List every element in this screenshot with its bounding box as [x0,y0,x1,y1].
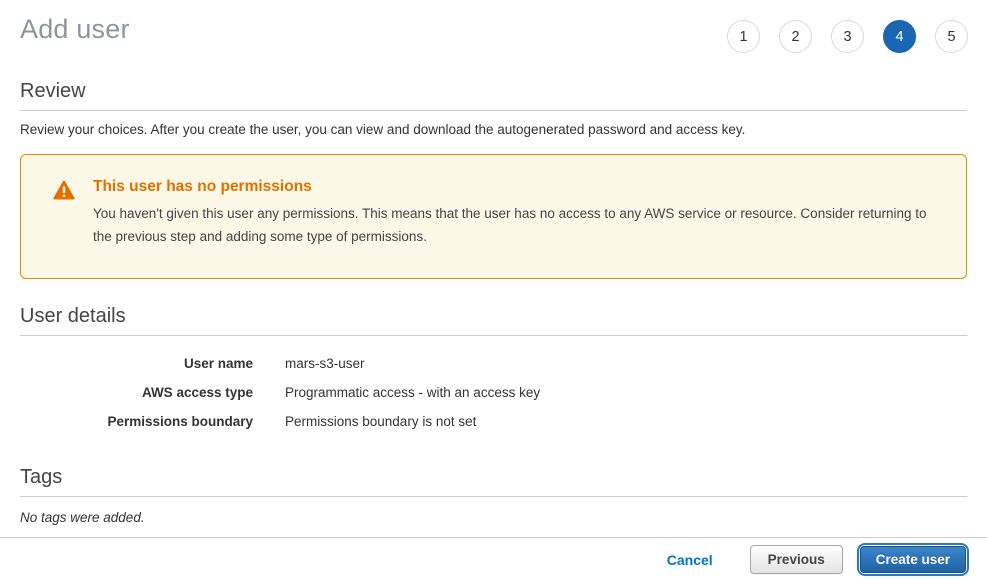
user-details-section: User details User name mars-s3-user AWS … [20,305,967,436]
user-details-rows: User name mars-s3-user AWS access type P… [20,349,967,436]
warning-title: This user has no permissions [93,178,932,196]
detail-value: Permissions boundary is not set [253,414,476,429]
detail-row-access-type: AWS access type Programmatic access - wi… [20,378,967,407]
review-description: Review your choices. After you create th… [20,122,967,137]
warning-body: You haven't given this user any permissi… [93,203,932,249]
step-4-active: 4 [883,20,916,53]
wizard-footer: Cancel Previous Create user [0,537,987,581]
tags-empty-message: No tags were added. [20,510,967,525]
detail-label: User name [20,356,253,371]
detail-label: AWS access type [20,385,253,400]
step-3: 3 [831,20,864,53]
user-details-heading: User details [20,305,967,336]
previous-button[interactable]: Previous [750,545,843,574]
detail-value: mars-s3-user [253,356,365,371]
tags-section: Tags No tags were added. [20,466,967,525]
create-user-button[interactable]: Create user [860,546,966,573]
no-permissions-warning: This user has no permissions You haven't… [20,154,967,279]
detail-row-user-name: User name mars-s3-user [20,349,967,378]
step-2: 2 [779,20,812,53]
tags-heading: Tags [20,466,967,497]
wizard-header: Add user 1 2 3 4 5 [0,0,987,53]
step-indicator: 1 2 3 4 5 [727,20,968,53]
warning-content: This user has no permissions You haven't… [93,178,932,249]
page-title: Add user [20,14,130,45]
warning-triangle-icon [53,178,93,205]
detail-label: Permissions boundary [20,414,253,429]
create-user-focus-ring: Create user [857,543,969,576]
add-user-wizard-page: Add user 1 2 3 4 5 Review Review your ch… [0,0,987,581]
review-heading: Review [20,80,967,111]
review-section: Review Review your choices. After you cr… [20,80,967,137]
cancel-button[interactable]: Cancel [667,552,713,568]
step-5: 5 [935,20,968,53]
detail-value: Programmatic access - with an access key [253,385,540,400]
step-1: 1 [727,20,760,53]
detail-row-permissions-boundary: Permissions boundary Permissions boundar… [20,407,967,436]
